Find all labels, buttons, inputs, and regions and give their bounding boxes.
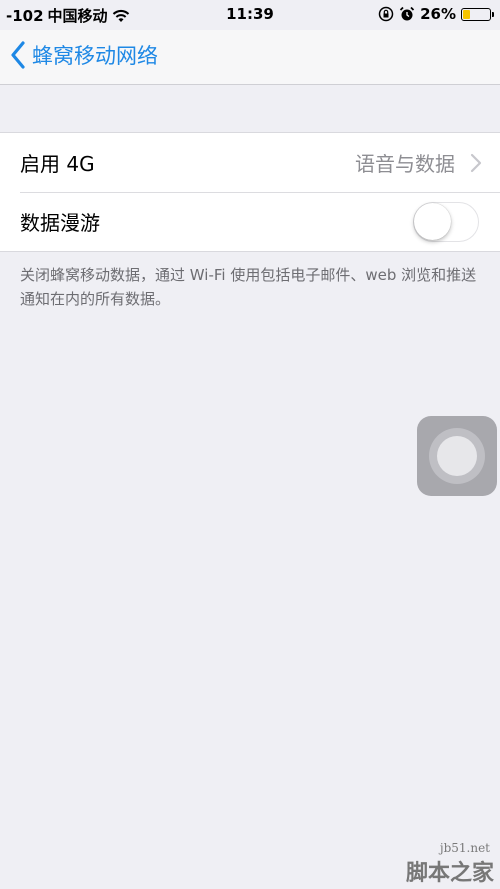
assistive-touch-button[interactable]	[417, 416, 497, 496]
watermark-brand: 脚本之家	[405, 860, 494, 886]
toggle-knob	[414, 203, 451, 240]
status-bar: -102 中国移动 11:39 26%	[0, 0, 500, 30]
alarm-icon	[399, 6, 415, 21]
data-roaming-row: 数据漫游	[0, 192, 500, 251]
watermark-url: jb51.net	[439, 841, 490, 855]
page-title: 蜂窝移动网络	[32, 44, 158, 68]
enable-4g-label: 启用 4G	[20, 152, 95, 176]
battery-icon	[461, 7, 491, 21]
data-roaming-toggle[interactable]	[413, 202, 479, 242]
back-button[interactable]: 蜂窝移动网络	[10, 40, 158, 70]
battery-tip	[492, 11, 494, 17]
chevron-left-icon	[11, 41, 25, 69]
enable-4g-value: 语音与数据	[355, 152, 455, 176]
battery-level	[463, 9, 470, 19]
chevron-right-icon	[470, 153, 482, 173]
assistive-touch-center	[437, 436, 477, 476]
battery-percent: 26%	[420, 5, 456, 23]
cellular-footer-description: 关闭蜂窝移动数据，通过 Wi-Fi 使用包括电子邮件、web 浏览和推送通知在内…	[20, 266, 477, 308]
assistive-touch-ring	[429, 428, 485, 484]
enable-4g-row[interactable]: 启用 4G 语音与数据	[0, 133, 500, 192]
data-roaming-label: 数据漫游	[20, 211, 100, 235]
navigation-bar: 蜂窝移动网络	[0, 30, 500, 85]
watermark: jb51.net 脚本之家	[406, 841, 494, 887]
status-right: 26%	[378, 5, 494, 23]
settings-group: 启用 4G 语音与数据 数据漫游	[0, 132, 500, 252]
orientation-lock-icon	[378, 6, 394, 22]
